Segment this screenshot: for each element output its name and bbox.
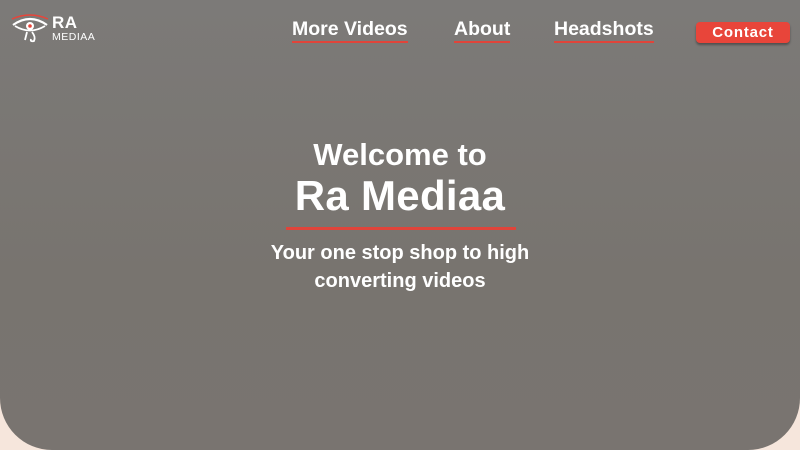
- hero-tagline: Your one stop shop to high converting vi…: [0, 239, 800, 295]
- logo[interactable]: RA MEDIAA: [10, 12, 100, 44]
- logo-text-mediaa: MEDIAA: [52, 30, 96, 43]
- eye-of-ra-icon: [10, 13, 50, 43]
- hero-brand-title: Ra Mediaa: [294, 172, 506, 219]
- tagline-line-2: converting videos: [314, 270, 486, 292]
- nav-link-about[interactable]: About: [454, 19, 511, 44]
- top-navigation: RA MEDIAA More Videos About Headshots Co…: [0, 0, 800, 60]
- hero-section: [0, 0, 800, 450]
- contact-button[interactable]: Contact: [696, 22, 790, 43]
- hero-welcome-text: Welcome to: [313, 137, 487, 172]
- tagline-line-1: Your one stop shop to high: [270, 242, 530, 264]
- nav-link-headshots[interactable]: Headshots: [554, 19, 654, 44]
- logo-text-ra: RA: [52, 12, 78, 32]
- title-underline: [286, 227, 516, 230]
- nav-link-more-videos[interactable]: More Videos: [292, 19, 408, 44]
